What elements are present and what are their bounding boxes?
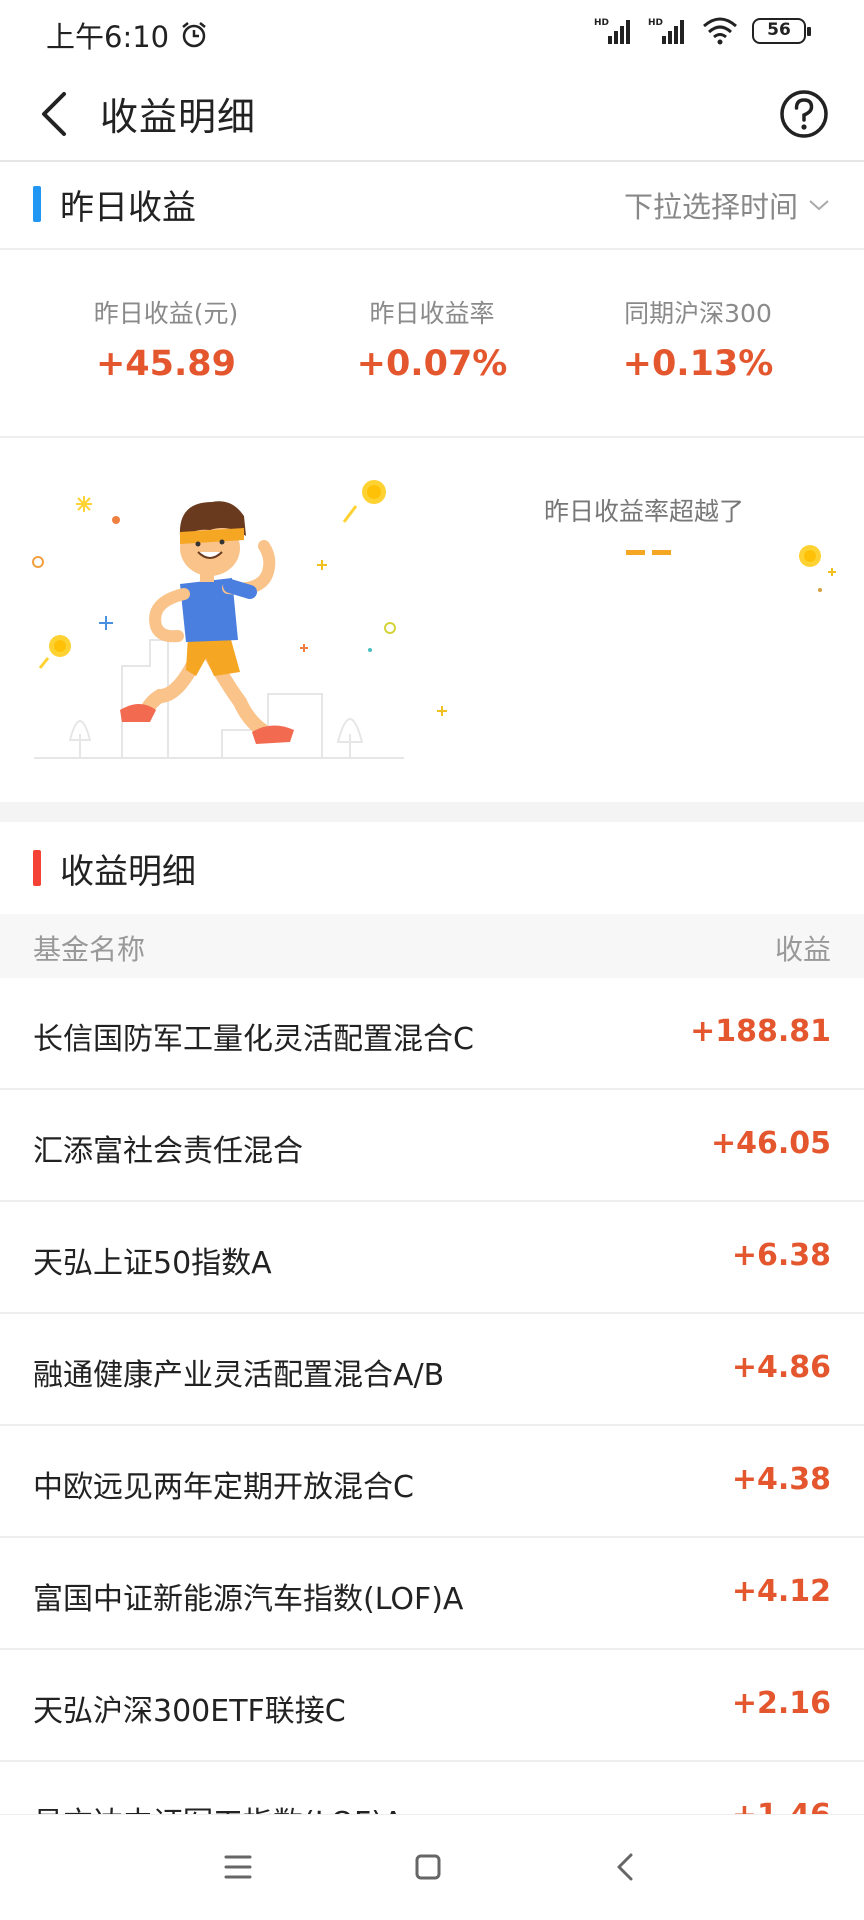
fund-list: 长信国防军工量化灵活配置混合C +188.81 汇添富社会责任混合 +46.05… bbox=[0, 978, 864, 1814]
app-header: 收益明细 bbox=[0, 66, 864, 162]
beat-banner: 昨日收益率超越了 bbox=[0, 440, 864, 800]
battery-indicator: 56 bbox=[752, 18, 811, 44]
table-row[interactable]: 易方达中证军工指数(LOF)A +1.46 bbox=[0, 1762, 864, 1814]
section-accent-bar bbox=[33, 850, 41, 886]
stat-value: +0.07% bbox=[356, 344, 508, 384]
page-title: 收益明细 bbox=[100, 95, 257, 139]
stat-label: 昨日收益(元) bbox=[93, 299, 239, 328]
square-home-icon[interactable] bbox=[406, 1845, 450, 1889]
yesterday-section-header: 昨日收益 下拉选择时间 bbox=[0, 162, 864, 246]
table-row[interactable]: 中欧远见两年定期开放混合C +4.38 bbox=[0, 1426, 864, 1538]
hd-signal-icon: HD bbox=[648, 18, 684, 44]
runner-illustration bbox=[32, 480, 447, 759]
date-picker-label: 下拉选择时间 bbox=[623, 190, 798, 224]
stat-value: +0.13% bbox=[622, 344, 774, 384]
table-row[interactable]: 长信国防军工量化灵活配置混合C +188.81 bbox=[0, 978, 864, 1090]
status-icons: HD HD 56 bbox=[594, 16, 811, 46]
table-row[interactable]: 天弘上证50指数A +6.38 bbox=[0, 1202, 864, 1314]
hd-signal-icon: HD bbox=[594, 18, 630, 44]
fund-income: +4.86 bbox=[731, 1350, 831, 1385]
table-row[interactable]: 汇添富社会责任混合 +46.05 bbox=[0, 1090, 864, 1202]
chevron-left-icon[interactable] bbox=[28, 84, 88, 144]
yesterday-stats: 昨日收益(元) +45.89 昨日收益率 +0.07% 同期沪深300 +0.1… bbox=[0, 252, 864, 438]
date-picker-dropdown[interactable]: 下拉选择时间 bbox=[624, 184, 830, 226]
coin-decoration-icon bbox=[799, 545, 836, 592]
fund-income: +2.16 bbox=[731, 1686, 831, 1721]
fund-name: 融通健康产业灵活配置混合A/B bbox=[33, 1358, 445, 1393]
table-header: 基金名称 收益 bbox=[0, 914, 864, 978]
fund-income: +1.46 bbox=[732, 1798, 831, 1814]
status-bar: 上午6:10 HD HD 56 bbox=[0, 0, 864, 66]
section-gap bbox=[0, 802, 864, 822]
divider bbox=[0, 248, 864, 250]
detail-section-header: 收益明细 bbox=[0, 824, 864, 908]
alarm-clock-icon bbox=[182, 22, 206, 48]
svg-text:HD: HD bbox=[594, 18, 609, 28]
table-row[interactable]: 富国中证新能源汽车指数(LOF)A +4.12 bbox=[0, 1538, 864, 1650]
table-row[interactable]: 天弘沪深300ETF联接C +2.16 bbox=[0, 1650, 864, 1762]
stat-label: 同期沪深300 bbox=[624, 299, 772, 328]
fund-name: 中欧远见两年定期开放混合C bbox=[33, 1470, 414, 1505]
section-title: 昨日收益 bbox=[60, 188, 196, 228]
fund-name: 汇添富社会责任混合 bbox=[33, 1134, 303, 1169]
question-circle-icon[interactable] bbox=[772, 82, 836, 146]
fund-income: +6.38 bbox=[731, 1238, 831, 1273]
fund-name: 长信国防军工量化灵活配置混合C bbox=[33, 1022, 474, 1057]
menu-lines-icon[interactable] bbox=[216, 1845, 260, 1889]
triangle-back-icon[interactable] bbox=[604, 1845, 648, 1889]
beat-label: 昨日收益率超越了 bbox=[544, 497, 745, 526]
column-header-value: 收益 bbox=[774, 933, 831, 966]
fund-name: 天弘上证50指数A bbox=[33, 1246, 272, 1281]
status-time-group: 上午6:10 bbox=[46, 14, 209, 56]
section-title: 收益明细 bbox=[60, 852, 196, 892]
fund-name: 富国中证新能源汽车指数(LOF)A bbox=[33, 1582, 464, 1617]
stat-value: +45.89 bbox=[95, 344, 237, 384]
divider bbox=[0, 436, 864, 438]
fund-income: +188.81 bbox=[690, 1014, 831, 1049]
fund-income: +4.12 bbox=[731, 1574, 831, 1609]
stat-label: 昨日收益率 bbox=[369, 299, 495, 328]
status-time: 上午6:10 bbox=[46, 20, 170, 54]
chevron-down-icon bbox=[809, 200, 829, 211]
fund-name: 易方达中证军工指数(LOF)A bbox=[33, 1798, 403, 1814]
column-header-name: 基金名称 bbox=[33, 933, 146, 966]
stat-yesterday-rate: 昨日收益率 +0.07% bbox=[302, 294, 562, 384]
section-accent-bar bbox=[33, 186, 41, 222]
svg-text:HD: HD bbox=[648, 18, 663, 28]
wifi-icon bbox=[703, 17, 737, 45]
fund-income: +4.38 bbox=[731, 1462, 831, 1497]
fund-income: +46.05 bbox=[710, 1126, 831, 1161]
stat-hs300: 同期沪深300 +0.13% bbox=[568, 294, 828, 384]
table-row[interactable]: 融通健康产业灵活配置混合A/B +4.86 bbox=[0, 1314, 864, 1426]
beat-value-placeholder bbox=[626, 550, 671, 555]
system-nav-bar bbox=[0, 1814, 864, 1920]
stat-yesterday-income: 昨日收益(元) +45.89 bbox=[36, 294, 296, 384]
fund-name: 天弘沪深300ETF联接C bbox=[33, 1694, 346, 1729]
